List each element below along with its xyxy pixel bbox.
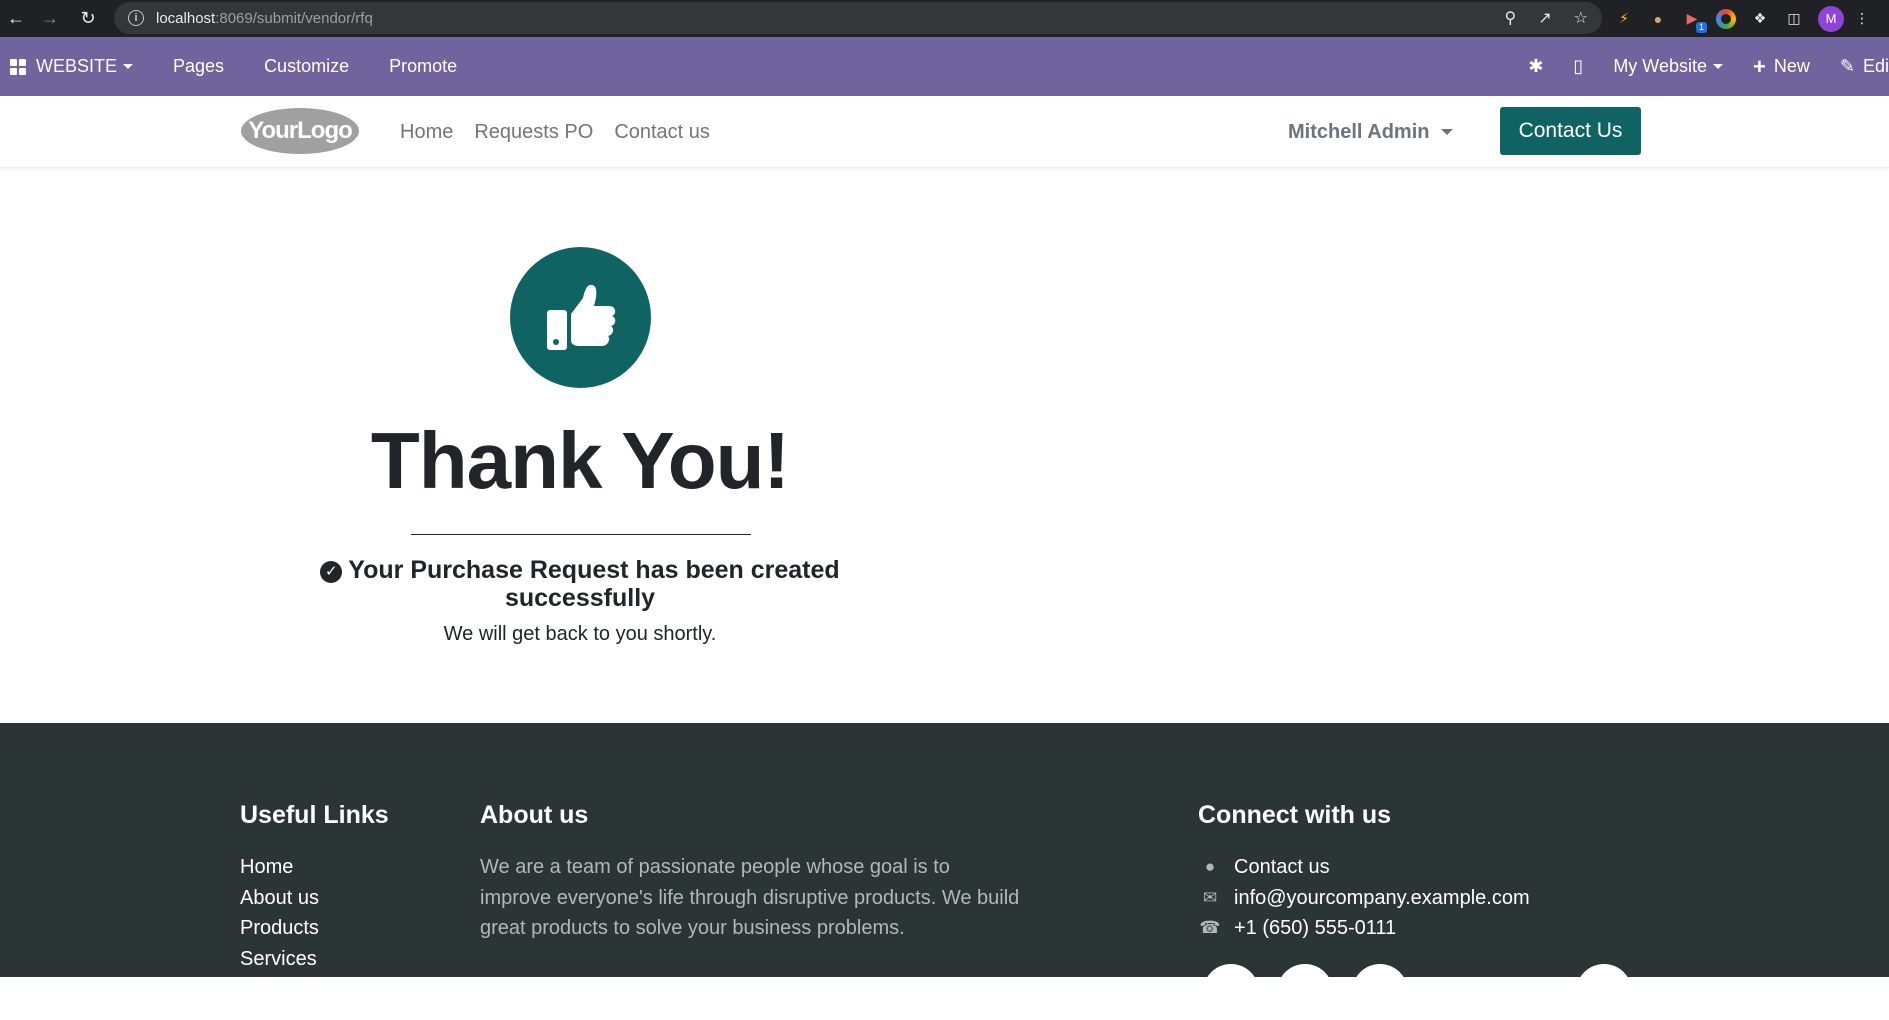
thumbs-up-badge (510, 247, 651, 388)
new-content-button[interactable]: + New (1753, 54, 1810, 80)
footer-link-home[interactable]: Home (240, 852, 319, 883)
back-arrow-icon[interactable]: ← (0, 2, 32, 34)
pencil-icon: ✎ (1839, 56, 1855, 76)
edit-label: Edi (1862, 56, 1889, 76)
site-info-icon[interactable]: i (128, 10, 144, 26)
url-host: localhost (156, 9, 216, 27)
browser-toolbar: ← → ↻ i localhost:8069/submit/vendor/rfq… (0, 0, 1889, 37)
connect-title: Connect with us (1198, 801, 1392, 829)
plus-icon: + (1753, 53, 1766, 79)
about-text: We are a team of passionate people whose… (480, 856, 1020, 939)
bookmark-star-icon[interactable]: ☆ (1574, 8, 1588, 28)
customize-menu[interactable]: Customize (264, 56, 349, 77)
connect-list: ● Contact us ✉ info@yourcompany.example.co… (1198, 852, 1530, 944)
useful-links-list: Home About us Products Services (240, 852, 319, 974)
promote-menu[interactable]: Promote (389, 56, 457, 77)
followup-message: We will get back to you shortly. (443, 623, 717, 645)
about-title: About us (480, 801, 589, 829)
success-line-1: Your Purchase Request has been created (348, 556, 840, 584)
my-website-switcher[interactable]: My Website (1613, 56, 1724, 77)
social-linkedin-button[interactable] (1352, 964, 1408, 1020)
social-twitter-button[interactable] (1277, 964, 1333, 1020)
site-footer: Useful Links Home About us Products Serv… (0, 723, 1889, 1020)
connect-contact-link: Contact us (1234, 856, 1330, 878)
comment-icon: ● (1204, 857, 1216, 876)
connect-phone: +1 (650) 555-0111 (1234, 917, 1397, 939)
nav-home[interactable]: Home (400, 121, 453, 144)
logo-text: YourLogo (248, 117, 352, 144)
color-ring-extension-icon[interactable] (1716, 8, 1736, 29)
site-header: YourLogo Home Requests PO Contact us Mit… (0, 96, 1889, 168)
connect-contact-item[interactable]: ● Contact us (1198, 852, 1530, 883)
apps-menu-label: WEBSITE (36, 56, 118, 76)
monkey-extension-icon[interactable]: ● (1648, 9, 1668, 29)
debug-bug-icon[interactable]: ✱ (1528, 56, 1543, 77)
thumbs-up-icon (546, 284, 615, 350)
connect-phone-item[interactable]: ☎ +1 (650) 555-0111 (1198, 913, 1530, 944)
success-line-2: successfully (504, 584, 656, 612)
pages-menu[interactable]: Pages (173, 56, 224, 77)
useful-links-title: Useful Links (240, 801, 389, 829)
reload-icon[interactable]: ↻ (72, 2, 104, 34)
title-divider (411, 534, 751, 535)
extension-badge: 1 (1695, 21, 1707, 33)
nav-contact-us[interactable]: Contact us (614, 121, 710, 144)
extension-with-badge-icon[interactable]: ▶ 1 (1682, 9, 1707, 33)
footer-link-services[interactable]: Services (240, 944, 319, 975)
contact-us-button[interactable]: Contact Us (1500, 107, 1641, 155)
footer-link-about[interactable]: About us (240, 883, 319, 914)
main-nav: Home Requests PO Contact us (400, 96, 710, 168)
caret-down-icon (1713, 64, 1724, 69)
apps-grid-icon (10, 58, 26, 75)
social-facebook-button[interactable] (1203, 964, 1259, 1020)
mobile-preview-icon[interactable]: ▯ (1573, 56, 1583, 77)
my-website-label: My Website (1613, 56, 1708, 76)
thank-you-heading: Thank You! (370, 416, 790, 505)
caret-down-icon (1441, 129, 1454, 135)
forward-arrow-icon[interactable]: → (34, 2, 66, 34)
phone-icon: ☎ (1199, 918, 1221, 937)
social-home-button[interactable] (1576, 964, 1632, 1020)
footer-link-products[interactable]: Products (240, 913, 319, 944)
website-editor-bar: WEBSITE Pages Customize Promote ✱ ▯ My W… (0, 37, 1889, 96)
url-path: :8069/submit/vendor/rfq (215, 9, 373, 27)
profile-avatar[interactable]: M (1818, 5, 1844, 32)
check-circle-icon: ✓ (320, 561, 343, 583)
share-icon[interactable]: ↗ (1538, 8, 1551, 28)
success-message: ✓ Your Purchase Request has been created … (300, 556, 860, 612)
company-logo[interactable]: YourLogo (240, 106, 360, 156)
side-panel-icon[interactable]: ◫ (1784, 9, 1804, 29)
address-bar[interactable]: i localhost:8069/submit/vendor/rfq ⚲ ↗ ☆ (114, 2, 1602, 34)
nav-requests-po[interactable]: Requests PO (474, 121, 593, 144)
apps-menu-button[interactable]: WEBSITE (10, 56, 134, 77)
user-menu[interactable]: Mitchell Admin (1288, 96, 1454, 168)
envelope-icon: ✉ (1202, 887, 1218, 907)
bolt-extension-icon[interactable]: ⚡ (1614, 9, 1634, 29)
edit-button[interactable]: ✎ Edi (1840, 56, 1889, 77)
zoom-icon[interactable]: ⚲ (1505, 8, 1517, 28)
connect-email-item[interactable]: ✉ info@yourcompany.example.com (1198, 883, 1530, 914)
new-label: New (1773, 56, 1810, 76)
puzzle-extensions-icon[interactable]: ❖ (1750, 9, 1770, 29)
caret-down-icon (123, 64, 134, 69)
user-name: Mitchell Admin (1288, 120, 1430, 143)
kebab-menu-icon[interactable]: ⋮ (1855, 9, 1869, 29)
connect-email: info@yourcompany.example.com (1234, 886, 1530, 909)
